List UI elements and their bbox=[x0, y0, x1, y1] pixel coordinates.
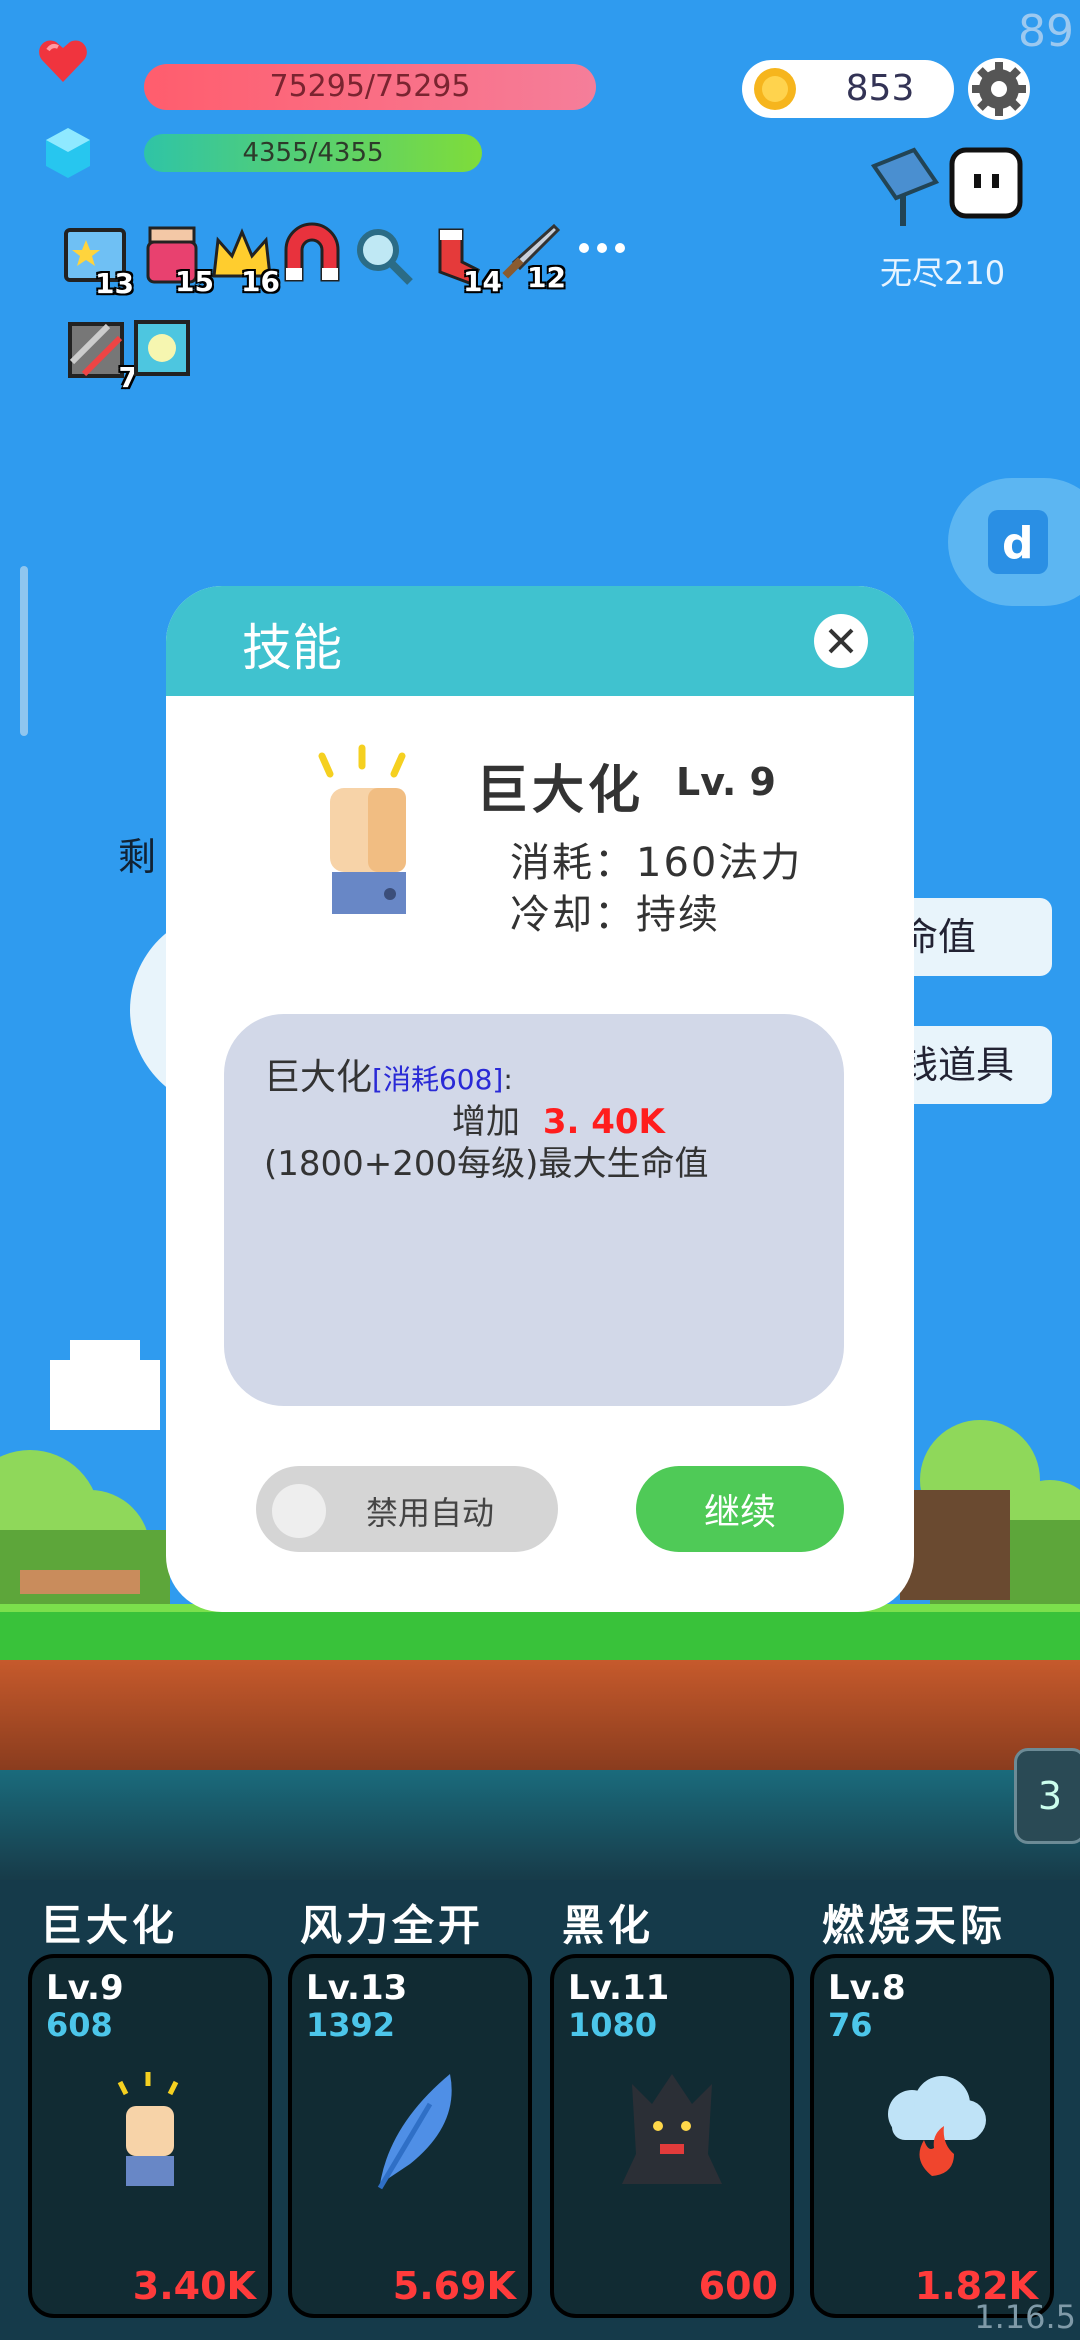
buff-item[interactable]: 12 bbox=[496, 222, 566, 294]
skill-dialog: 技能 巨大化 Lv. 9 消耗：160法力 冷却：持续 巨大化[消耗608]: … bbox=[166, 586, 914, 1612]
fist-icon bbox=[302, 744, 432, 928]
buff-item[interactable]: 13 bbox=[64, 228, 134, 300]
endless-mode-label: 无尽210 bbox=[880, 254, 1006, 292]
gem-card-icon bbox=[134, 320, 190, 376]
d-app-icon: d bbox=[988, 510, 1048, 574]
buff-item[interactable]: 7 bbox=[68, 322, 138, 394]
coin-value: 853 bbox=[845, 68, 915, 109]
skill-cost: 1080 bbox=[568, 2006, 658, 2044]
skill-title: 黑化 bbox=[562, 1901, 655, 1950]
dark-tree-icon bbox=[622, 2074, 722, 2184]
fire-cloud-icon bbox=[888, 2076, 986, 2176]
toggle-label: 禁用自动 bbox=[366, 1494, 495, 1532]
skill-cost: 608 bbox=[46, 2006, 113, 2044]
mana-crystal-icon bbox=[44, 126, 92, 184]
description-cost-tag: [消耗608] bbox=[372, 1063, 504, 1096]
skill-level: Lv.13 bbox=[306, 1968, 408, 2008]
feather-icon bbox=[377, 2074, 452, 2190]
buff-item[interactable] bbox=[354, 226, 416, 288]
skill-cost: 1392 bbox=[306, 2006, 396, 2044]
settings-button[interactable] bbox=[968, 58, 1030, 120]
close-icon bbox=[828, 628, 854, 654]
skill-name: 巨大化 bbox=[476, 761, 645, 821]
more-icon bbox=[579, 243, 625, 253]
skill-value: 600 bbox=[698, 2264, 778, 2308]
d-shortcut-button[interactable]: d bbox=[948, 478, 1080, 606]
buff-item[interactable]: 16 bbox=[210, 226, 280, 298]
dialog-title: 技能 bbox=[242, 619, 342, 677]
striped-card-icon bbox=[68, 322, 124, 378]
skill-card-wind[interactable]: Lv.13 1392 5.69K bbox=[288, 1954, 532, 2318]
hp-bar: 75295/75295 bbox=[144, 64, 596, 110]
gear-icon bbox=[972, 62, 1026, 116]
grass-strip bbox=[0, 1604, 1080, 1660]
buff-item[interactable] bbox=[134, 320, 196, 382]
skill-value: 3.40K bbox=[132, 2264, 256, 2308]
svg-text:d: d bbox=[1002, 518, 1034, 569]
skill-cooldown: 冷却：持续 bbox=[510, 892, 720, 938]
skill-card-giant[interactable]: Lv.9 608 3.40K bbox=[28, 1954, 272, 2318]
remaining-label: 剩 bbox=[118, 835, 157, 879]
description-header: 巨大化[消耗608]: bbox=[264, 1048, 513, 1100]
description-formula: (1800+200每级)最大生命值 bbox=[264, 1144, 709, 1184]
skill-title: 巨大化 bbox=[40, 1901, 179, 1950]
buff-item[interactable]: 14 bbox=[432, 226, 502, 298]
wave-badge[interactable]: 3 bbox=[1014, 1748, 1080, 1844]
toggle-knob bbox=[272, 1484, 326, 1538]
skill-level: Lv.9 bbox=[46, 1968, 124, 2008]
ghost-mode-icon[interactable] bbox=[948, 146, 1024, 224]
close-button[interactable] bbox=[814, 614, 868, 668]
version-label: 1.16.5 bbox=[974, 2298, 1076, 2336]
skill-level: Lv.8 bbox=[828, 1968, 906, 2008]
skill-level: Lv. 9 bbox=[676, 760, 776, 804]
skill-cost: 76 bbox=[828, 2006, 873, 2044]
water-strip bbox=[0, 1770, 1080, 1880]
fist-icon bbox=[117, 2072, 179, 2186]
skill-title: 燃烧天际 bbox=[822, 1901, 1007, 1950]
description-colon: : bbox=[503, 1063, 513, 1096]
side-drawer-handle[interactable] bbox=[20, 566, 28, 736]
description-skill-name: 巨大化 bbox=[264, 1057, 373, 1098]
more-buffs-button[interactable] bbox=[576, 238, 628, 262]
skill-mana-cost: 消耗：160法力 bbox=[510, 840, 803, 886]
skill-card-dark[interactable]: Lv.11 1080 600 bbox=[550, 1954, 794, 2318]
buff-item[interactable]: 15 bbox=[144, 226, 214, 298]
mp-bar: 4355/4355 bbox=[144, 134, 482, 172]
skill-card-burn[interactable]: Lv.8 76 1.82K bbox=[810, 1954, 1054, 2318]
skill-value: 5.69K bbox=[392, 2264, 516, 2308]
magnifier-icon bbox=[357, 229, 413, 285]
heart-icon bbox=[38, 38, 88, 88]
dirt-strip bbox=[0, 1660, 1080, 1770]
buff-item[interactable] bbox=[280, 222, 342, 284]
skill-title: 风力全开 bbox=[300, 1901, 485, 1950]
continue-button[interactable]: 继续 bbox=[636, 1466, 844, 1552]
coin-icon bbox=[752, 66, 798, 116]
skill-level: Lv.11 bbox=[568, 1968, 670, 2008]
fps-counter: 89 bbox=[1018, 6, 1074, 57]
magnet-icon bbox=[284, 222, 340, 282]
fish-flag-icon[interactable] bbox=[864, 146, 944, 234]
